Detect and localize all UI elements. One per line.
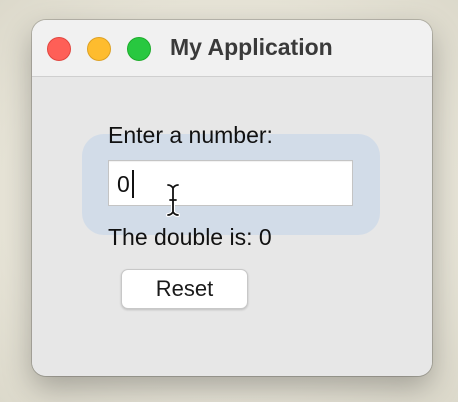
minimize-window-button[interactable] — [87, 37, 111, 61]
title-bar: My Application — [32, 20, 432, 77]
window-content: Enter a number: 0 The double is: 0 Reset — [32, 77, 432, 376]
app-window: My Application Enter a number: 0 The dou… — [32, 20, 432, 376]
number-input-value: 0 — [117, 171, 130, 197]
number-input[interactable]: 0 — [108, 160, 353, 206]
zoom-window-button[interactable] — [127, 37, 151, 61]
close-window-button[interactable] — [47, 37, 71, 61]
reset-button[interactable]: Reset — [121, 269, 248, 309]
double-result-label: The double is: 0 — [108, 224, 272, 250]
ibeam-cursor-icon — [166, 183, 180, 217]
window-title: My Application — [170, 34, 333, 60]
text-caret — [132, 170, 134, 198]
number-prompt-label: Enter a number: — [108, 122, 273, 148]
